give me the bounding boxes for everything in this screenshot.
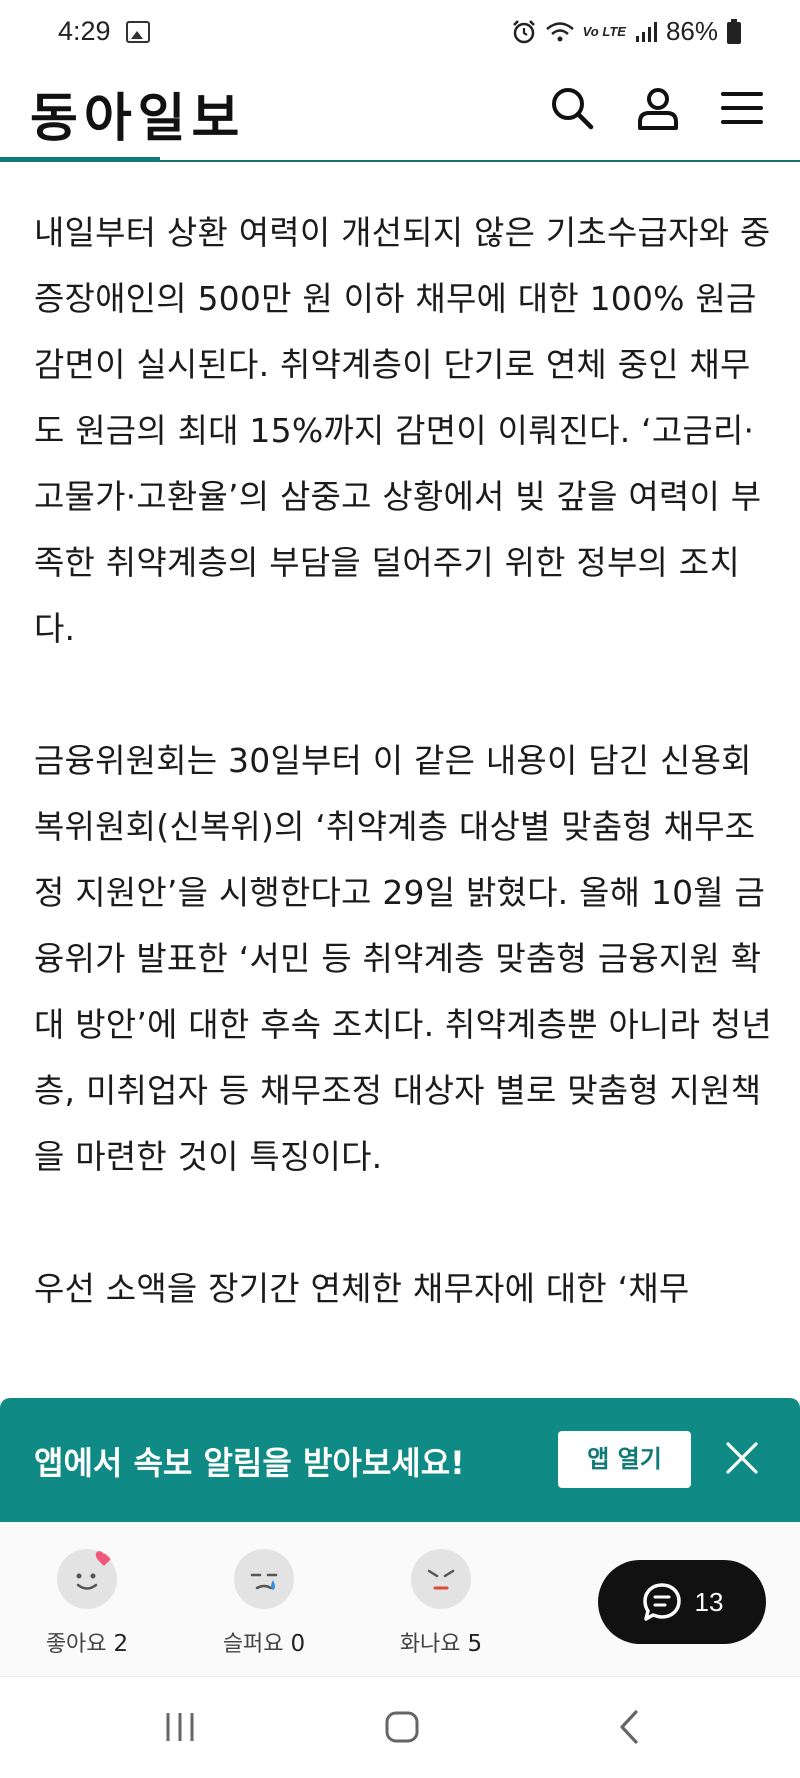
status-icons: Vo LTE 86% [511, 16, 742, 47]
user-icon[interactable] [634, 84, 682, 132]
status-bar: 4:29 Vo LTE 86% [0, 0, 800, 66]
article-paragraph: 금융위원회는 30일부터 이 같은 내용이 담긴 신용회복위원회(신복위)의 ‘… [34, 741, 772, 1176]
reaction-label: 좋아요 [45, 1632, 107, 1657]
banner-message: 앱에서 속보 알림을 받아보세요! [34, 1444, 465, 1482]
site-logo[interactable]: 동아일보 [30, 76, 245, 151]
signal-icon [635, 21, 657, 42]
network-label: Vo LTE [582, 24, 626, 39]
recent-apps-icon[interactable] [162, 1709, 198, 1745]
open-app-button[interactable]: 앱 열기 [558, 1431, 691, 1488]
reaction-label: 슬퍼요 [222, 1632, 284, 1657]
article-body: 내일부터 상환 여력이 개선되지 않은 기초수급자와 중증장애인의 500만 원… [34, 200, 774, 1388]
reaction-label: 화나요 [399, 1632, 461, 1657]
reaction-count: 5 [467, 1631, 483, 1657]
reading-progress-bar [0, 157, 160, 162]
like-face-icon [57, 1549, 117, 1609]
reaction-count: 0 [290, 1631, 306, 1657]
sad-face-icon [234, 1549, 294, 1609]
comment-icon [642, 1583, 681, 1621]
comment-count: 13 [694, 1586, 724, 1617]
reaction-count: 2 [113, 1631, 129, 1657]
close-icon[interactable] [722, 1438, 762, 1478]
reaction-bar: 좋아요 2 슬퍼요 0 화나요 5 13 [0, 1522, 800, 1676]
back-icon[interactable] [612, 1709, 648, 1745]
battery-percent: 86% [665, 16, 718, 46]
status-time: 4:29 [58, 16, 111, 46]
home-icon[interactable] [384, 1709, 420, 1745]
wifi-icon [545, 21, 574, 41]
system-nav-bar [0, 1676, 800, 1778]
article-paragraph: 내일부터 상환 여력이 개선되지 않은 기초수급자와 중증장애인의 500만 원… [34, 213, 771, 648]
menu-icon[interactable] [718, 84, 766, 132]
article-paragraph: 우선 소액을 장기간 연체한 채무자에 대한 ‘채무 [34, 1269, 690, 1308]
reaction-like[interactable]: 좋아요 2 [32, 1548, 142, 1658]
battery-icon [727, 18, 741, 44]
comments-button[interactable]: 13 [598, 1560, 766, 1644]
site-header: 동아일보 [0, 66, 800, 162]
angry-face-icon [411, 1549, 471, 1609]
search-icon[interactable] [548, 84, 596, 132]
alarm-icon [512, 19, 535, 43]
reaction-angry[interactable]: 화나요 5 [386, 1548, 496, 1658]
reaction-sad[interactable]: 슬퍼요 0 [209, 1548, 319, 1658]
app-promo-banner: 앱에서 속보 알림을 받아보세요! 앱 열기 [0, 1398, 800, 1522]
gallery-icon [126, 21, 150, 43]
